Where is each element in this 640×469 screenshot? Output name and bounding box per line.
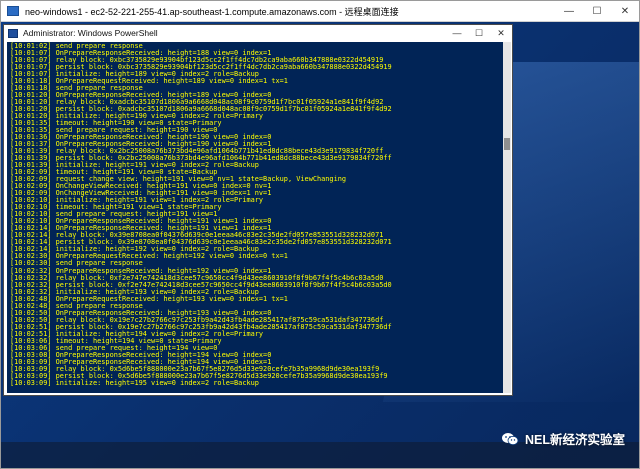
rdp-maximize-button[interactable]: ☐ [583, 1, 611, 21]
powershell-close-button[interactable]: ✕ [490, 25, 512, 41]
powershell-window-title: Administrator: Windows PowerShell [23, 28, 158, 38]
rdp-title-bar[interactable]: neo-windows1 - ec2-52-221-255-41.ap-sout… [1, 1, 639, 22]
powershell-title-bar[interactable]: Administrator: Windows PowerShell — ☐ ✕ [4, 25, 512, 41]
console-scrollbar-thumb[interactable] [504, 138, 510, 150]
powershell-icon [8, 28, 18, 38]
powershell-minimize-button[interactable]: — [446, 25, 468, 41]
console-lines: [10:01:02] send prepare response [10:01:0… [10, 42, 392, 387]
remote-desktop-window: neo-windows1 - ec2-52-221-255-41.ap-sout… [0, 0, 640, 469]
rdp-window-controls: — ☐ ✕ [555, 1, 639, 21]
powershell-window[interactable]: Administrator: Windows PowerShell — ☐ ✕ … [3, 24, 513, 396]
remote-desktop-background: Administrator: Windows PowerShell — ☐ ✕ … [1, 22, 639, 468]
remote-desktop-icon [7, 6, 19, 16]
rdp-close-button[interactable]: ✕ [611, 1, 639, 21]
watermark: NEL新经济实验室 [501, 429, 625, 448]
wechat-icon [501, 432, 519, 446]
rdp-minimize-button[interactable]: — [555, 1, 583, 21]
console-output[interactable]: [10:01:02] send prepare response [10:01:0… [7, 42, 503, 393]
watermark-text: NEL新经济实验室 [524, 433, 625, 447]
console-scrollbar[interactable] [503, 42, 511, 393]
console-line: [10:03:09] initialize: height=195 view=0… [10, 378, 259, 387]
rdp-window-title: neo-windows1 - ec2-52-221-255-41.ap-sout… [25, 6, 399, 17]
powershell-window-controls: — ☐ ✕ [446, 25, 512, 41]
powershell-maximize-button[interactable]: ☐ [468, 25, 490, 41]
